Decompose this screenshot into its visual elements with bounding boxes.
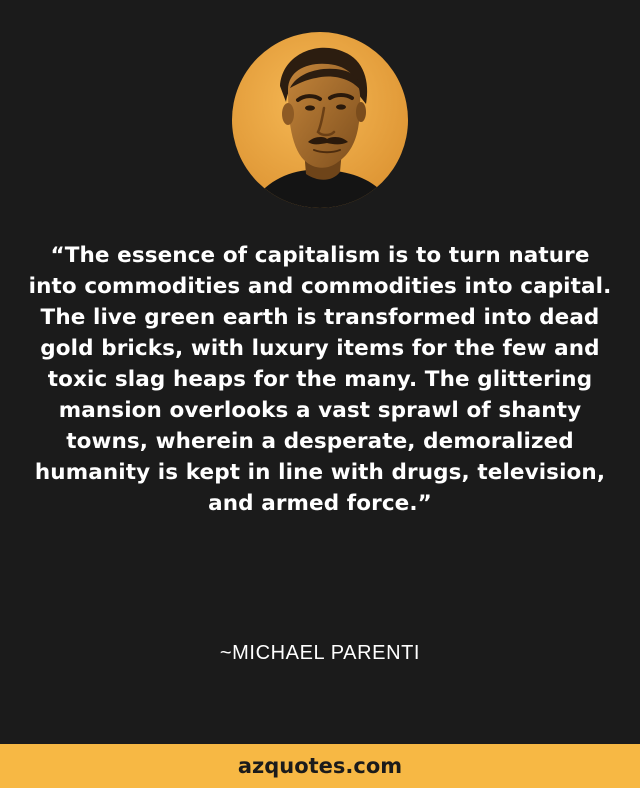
author-portrait (232, 32, 408, 208)
author-name: ~MICHAEL PARENTI (219, 642, 421, 664)
quote-card: “The essence of capitalism is to turn na… (0, 0, 640, 788)
footer-bar: azquotes.com (0, 744, 640, 788)
quote-text: “The essence of capitalism is to turn na… (28, 243, 612, 516)
site-link[interactable]: azquotes.com (238, 754, 402, 778)
